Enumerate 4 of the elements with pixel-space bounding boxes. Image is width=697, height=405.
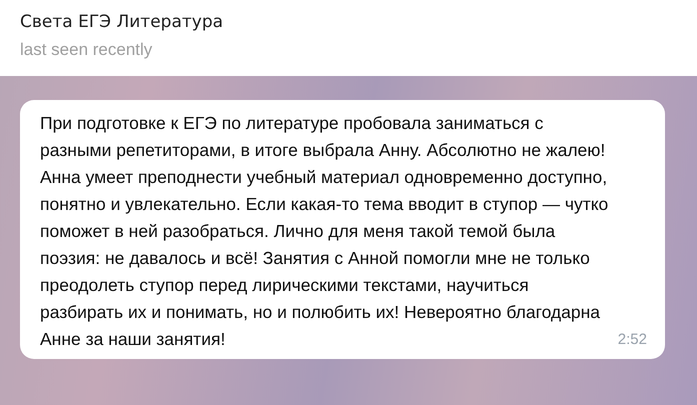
chat-title: Света ЕГЭ Литература [20, 11, 224, 34]
status-text: last seen recently [20, 39, 154, 61]
message-time: 2:52 [618, 330, 647, 350]
message-text: При подготовке к ЕГЭ по литературе пробовала заниматься с разными репетиторами, в итоге выбрала Анну. Абсолютно не жалею! Анна умеет преподнести учебный материал одновременно доступно, понятно и увлекательно. Если какая-то тема вводит в ступор — чутко поможет в ней разобраться. Лично для меня такой темой была поэзия: не давалось и всё! Занятия с Анной помогли мне не только преодолеть ступор перед лирическими текстами, научиться разбирать их и понимать, но и полюбить их! Невероятно благодарна Анне за наши занятия! [40, 112, 610, 351]
